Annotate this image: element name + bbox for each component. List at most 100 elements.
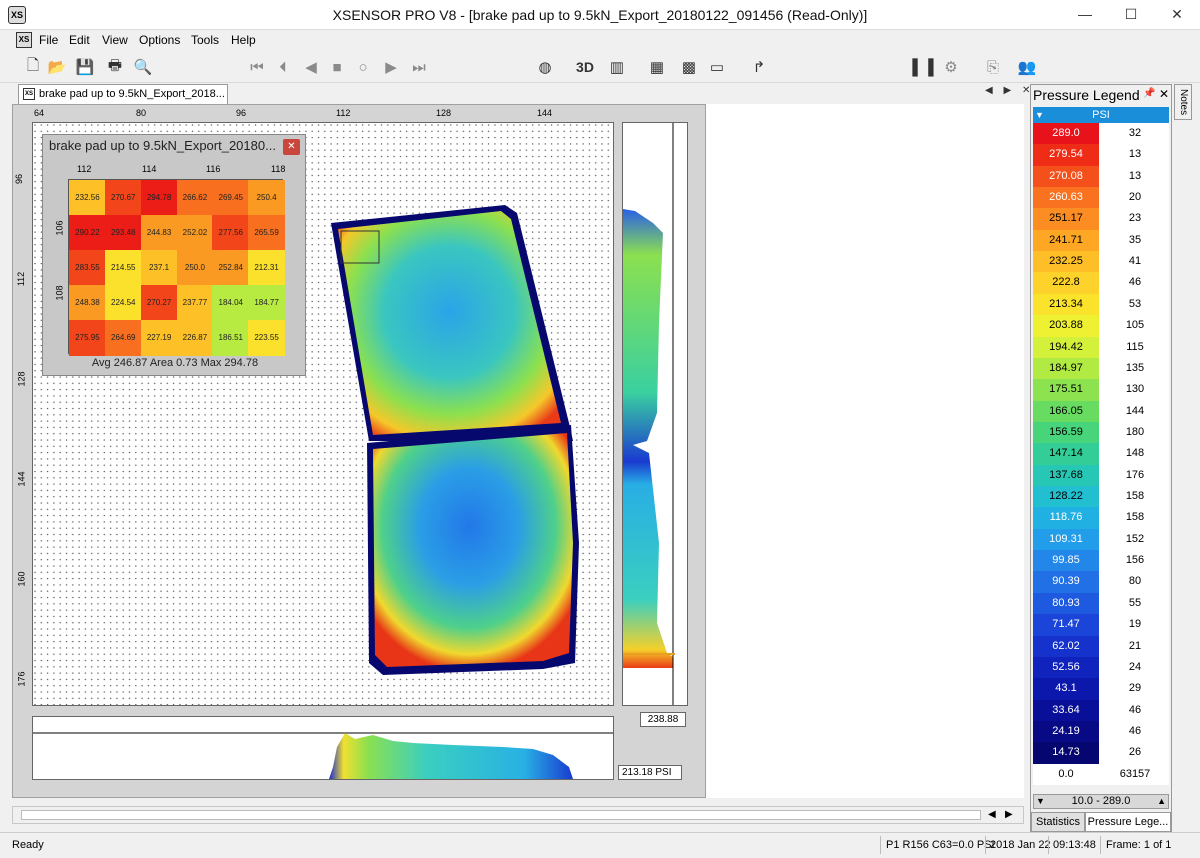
legend-row: 52.56 24 [1033, 656, 1169, 679]
record-icon[interactable]: ○ [352, 56, 374, 78]
legend-value: 0.0 [1033, 763, 1099, 785]
legend-value: 62.02 [1033, 635, 1099, 657]
legend-count: 152 [1125, 532, 1145, 545]
bar-graph-icon[interactable]: ▥ [606, 56, 628, 78]
ruler-tick-label: 144 [16, 471, 27, 487]
first-frame-icon[interactable]: ⏮ [246, 56, 268, 78]
popup-value-cell: 214.55 [104, 250, 142, 286]
tab-pressure-legend[interactable]: Pressure Lege... [1085, 812, 1171, 832]
popup-col-label: 112 [77, 164, 92, 174]
legend-count: 23 [1128, 212, 1142, 225]
play-back-icon[interactable]: ◀ [300, 56, 322, 78]
popup-close-button[interactable]: ✕ [283, 139, 300, 155]
legend-value: 251.17 [1033, 208, 1099, 230]
grid-view-icon[interactable]: ▦ [646, 56, 668, 78]
horizontal-scrollbar[interactable]: ◀ ▶ [12, 806, 1024, 824]
export-icon[interactable]: ⎘ [982, 56, 1004, 78]
legend-value: 194.42 [1033, 336, 1099, 358]
legend-row: 241.71 35 [1033, 229, 1169, 252]
pin-icon[interactable]: 📌 [1143, 88, 1155, 99]
menu-edit[interactable]: Edit [69, 33, 90, 47]
vertical-profile-value: 238.88 [640, 712, 686, 727]
legend-value: 128.22 [1033, 486, 1099, 508]
menu-tools[interactable]: Tools [191, 33, 219, 47]
menu-file[interactable]: File [39, 33, 58, 47]
popup-value-cell: 232.56 [69, 180, 106, 216]
legend-value: 118.76 [1033, 507, 1099, 529]
compare-icon[interactable]: ▌▐ [912, 56, 934, 78]
legend-row: 203.88 105 [1033, 315, 1169, 337]
open-folder-icon[interactable]: 📂 [46, 56, 68, 78]
print-preview-icon[interactable]: 🔍 [132, 56, 154, 78]
legend-count: 41 [1128, 255, 1142, 268]
popup-value-cell: 250.4 [248, 180, 285, 216]
tab-navigation[interactable]: ◀ ▶ ✕ [985, 85, 1034, 96]
ruler-tick-label: 176 [16, 671, 27, 687]
zoom-popup[interactable]: brake pad up to 9.5kN_Export_20180... ✕ … [42, 134, 306, 376]
color-contour-icon[interactable]: ◍ [534, 56, 556, 78]
film-strip-icon[interactable]: ▭ [706, 56, 728, 78]
unit-label: PSI [1092, 109, 1110, 121]
unit-dropdown-icon[interactable]: ▼ [1035, 107, 1044, 123]
empty-area [706, 104, 1024, 798]
range-up-arrow[interactable]: ▲ [1157, 795, 1166, 808]
legend-row: 90.39 80 [1033, 571, 1169, 593]
print-icon[interactable]: 🖶 [104, 56, 126, 78]
legend-value: 99.85 [1033, 550, 1099, 572]
pressure-legend-panel: Pressure Legend 📌 ✕ ▼ PSI 289.0 32 279.54 1… [1030, 84, 1172, 832]
maximize-button[interactable]: ☐ [1108, 0, 1154, 30]
legend-row: 279.54 13 [1033, 144, 1169, 166]
popup-stats: Avg 246.87 Area 0.73 Max 294.78 [91, 357, 259, 369]
notes-tab[interactable]: Notes [1174, 84, 1192, 120]
menu-help[interactable]: Help [231, 33, 256, 47]
menu-options[interactable]: Options [139, 33, 180, 47]
scrollbar-thumb[interactable] [21, 810, 981, 820]
document-menu-icon[interactable]: XS [16, 32, 32, 48]
stop-icon[interactable]: ■ [326, 56, 348, 78]
new-file-icon[interactable]: 🗋 [22, 56, 44, 78]
legend-count: 55 [1128, 596, 1142, 609]
step-back-icon[interactable]: ⏴ [272, 56, 294, 78]
legend-value: 90.39 [1033, 571, 1099, 593]
legend-count: 26 [1128, 746, 1142, 759]
play-icon[interactable]: ▶ [380, 56, 402, 78]
document-tab[interactable]: XS brake pad up to 9.5kN_Export_2018... [18, 84, 228, 104]
minimize-button[interactable]: — [1062, 0, 1108, 30]
legend-count: 180 [1125, 425, 1145, 438]
status-date: 2018 Jan 22 [990, 839, 1051, 851]
legend-value: 33.64 [1033, 699, 1099, 721]
last-frame-icon[interactable]: ⏭ [408, 56, 430, 78]
legend-row: 166.05 144 [1033, 400, 1169, 422]
legend-count: 19 [1128, 618, 1142, 631]
pointer-arrow-icon[interactable]: ↱ [748, 56, 770, 78]
unit-selector[interactable]: ▼ PSI [1033, 107, 1169, 123]
legend-count: 32 [1128, 127, 1142, 139]
legend-count: 21 [1128, 639, 1142, 652]
panel-tabs: Statistics Pressure Lege... [1031, 812, 1171, 832]
legend-count: 156 [1125, 554, 1145, 567]
tiles-view-icon[interactable]: ▩ [678, 56, 700, 78]
close-panel-icon[interactable]: ✕ [1159, 87, 1169, 101]
legend-count: 144 [1125, 404, 1145, 417]
tab-statistics[interactable]: Statistics [1031, 812, 1085, 832]
users-icon[interactable]: 👥 [1016, 56, 1038, 78]
close-window-button[interactable]: ✕ [1154, 0, 1200, 30]
legend-count: 158 [1125, 490, 1145, 503]
calibrate-icon[interactable]: ⚙ [940, 56, 962, 78]
save-icon[interactable]: 💾 [74, 56, 96, 78]
range-down-arrow[interactable]: ▼ [1036, 795, 1045, 808]
scroll-left-arrow[interactable]: ◀ [988, 809, 996, 820]
popup-title[interactable]: brake pad up to 9.5kN_Export_20180... [49, 138, 276, 153]
menu-view[interactable]: View [102, 33, 128, 47]
popup-value-cell: 244.83 [140, 215, 178, 251]
scroll-right-arrow[interactable]: ▶ [1005, 809, 1013, 820]
legend-value: 14.73 [1033, 742, 1099, 764]
3d-view-button[interactable]: 3D [572, 56, 598, 78]
legend-row: 147.14 148 [1033, 443, 1169, 465]
legend-range-selector[interactable]: ▼ 10.0 - 289.0 ▲ [1033, 794, 1169, 809]
top-ruler: 64 80 96 112 128 144 [32, 108, 614, 122]
popup-value-cell: 237.77 [176, 285, 214, 321]
legend-value: 270.08 [1033, 165, 1099, 188]
legend-value: 71.47 [1033, 614, 1099, 636]
legend-value: 156.59 [1033, 421, 1099, 444]
